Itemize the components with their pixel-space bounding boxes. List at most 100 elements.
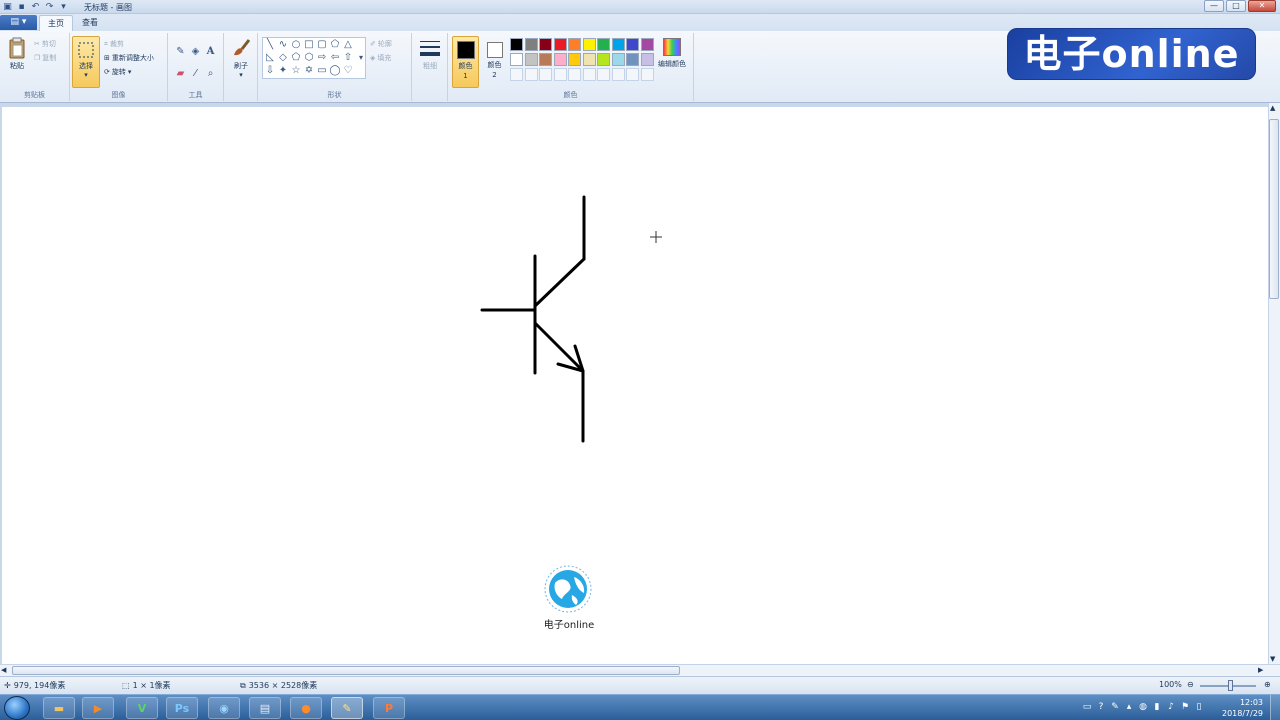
palette-swatch[interactable]: [568, 38, 581, 51]
size-button[interactable]: 粗细: [418, 39, 442, 71]
tray-battery-icon[interactable]: ▯: [1194, 701, 1204, 713]
horizontal-scrollbar[interactable]: ◀ ▶: [0, 664, 1280, 676]
palette-swatch[interactable]: [640, 38, 654, 51]
fill-button[interactable]: ◈ 填充: [370, 53, 391, 63]
start-button[interactable]: [4, 696, 30, 720]
customize-icon[interactable]: ▾: [58, 1, 69, 12]
fill-bucket-icon[interactable]: ◈: [189, 45, 202, 58]
callout-oval-shape-icon[interactable]: ◯: [329, 65, 341, 77]
star5-shape-icon[interactable]: ☆: [290, 65, 302, 77]
copy-button[interactable]: ❐ 复制: [34, 53, 56, 63]
outline-button[interactable]: ✐ 轮廓: [370, 39, 392, 49]
close-button[interactable]: ✕: [1248, 0, 1276, 12]
scroll-down-icon[interactable]: ▼: [1270, 655, 1275, 663]
select-button[interactable]: 选择 ▾: [72, 36, 100, 88]
resize-button[interactable]: ⊞ 重新调整大小: [104, 53, 154, 63]
tab-file[interactable]: ▤ ▾: [0, 15, 37, 30]
polygon-shape-icon[interactable]: ⬠: [329, 39, 341, 51]
tab-view[interactable]: 查看: [74, 15, 106, 31]
vertical-scroll-thumb[interactable]: [1269, 119, 1279, 299]
tray-network-icon[interactable]: ◍: [1138, 701, 1148, 713]
tray-help-icon[interactable]: ?: [1096, 701, 1106, 713]
custom-color-slot[interactable]: [510, 68, 523, 81]
tray-flag-icon[interactable]: ⚑: [1180, 701, 1190, 713]
brushes-button[interactable]: 刷子 ▾: [229, 37, 253, 79]
photoshop-icon[interactable]: Ps: [166, 697, 198, 719]
scroll-right-icon[interactable]: ▶: [1258, 666, 1263, 674]
color1-button[interactable]: 颜色 1: [452, 36, 479, 88]
crop-button[interactable]: ⌗ 裁剪: [104, 39, 124, 49]
minimize-button[interactable]: —: [1204, 0, 1224, 12]
magnifier-icon[interactable]: ⌕: [204, 67, 217, 80]
tray-arrow-icon[interactable]: ▴: [1124, 701, 1134, 713]
palette-swatch[interactable]: [611, 53, 625, 66]
palette-swatch[interactable]: [510, 53, 523, 66]
oval-shape-icon[interactable]: ○: [290, 39, 302, 51]
custom-color-slot[interactable]: [524, 68, 538, 81]
line-shape-icon[interactable]: ╲: [264, 39, 276, 51]
diamond-shape-icon[interactable]: ◇: [277, 52, 289, 64]
palette-swatch[interactable]: [611, 38, 625, 51]
v-app-icon[interactable]: V: [126, 697, 158, 719]
palette-swatch[interactable]: [640, 53, 654, 66]
palette-swatch[interactable]: [553, 38, 567, 51]
palette-swatch[interactable]: [524, 53, 538, 66]
explorer-icon[interactable]: ▬: [43, 697, 75, 719]
tray-signal-icon[interactable]: ▮: [1152, 701, 1162, 713]
tray-ime-icon[interactable]: ✎: [1110, 701, 1120, 713]
vertical-scrollbar[interactable]: ▲ ▼: [1268, 103, 1280, 664]
palette-swatch[interactable]: [626, 53, 639, 66]
pencil-icon[interactable]: ✎: [174, 45, 187, 58]
palette-swatch[interactable]: [626, 38, 639, 51]
zoom-in-icon[interactable]: ⊕: [1264, 680, 1271, 689]
palette-swatch[interactable]: [597, 38, 610, 51]
palette-swatch[interactable]: [582, 53, 596, 66]
app-menu-icon[interactable]: ▣: [2, 1, 13, 12]
arrow-right-shape-icon[interactable]: ⇨: [316, 52, 328, 64]
shapes-more-icon[interactable]: ▾: [355, 52, 367, 64]
tray-volume-icon[interactable]: ♪: [1166, 701, 1176, 713]
firefox-icon[interactable]: ●: [290, 697, 322, 719]
custom-color-slot[interactable]: [582, 68, 596, 81]
undo-icon[interactable]: ↶: [30, 1, 41, 12]
palette-swatch[interactable]: [597, 53, 610, 66]
clock[interactable]: 12:03 2018/7/29: [1222, 697, 1263, 719]
scroll-left-icon[interactable]: ◀: [1, 666, 6, 674]
palette-swatch[interactable]: [510, 38, 523, 51]
custom-color-slot[interactable]: [597, 68, 610, 81]
custom-color-slot[interactable]: [553, 68, 567, 81]
custom-color-slot[interactable]: [539, 68, 552, 81]
paste-button[interactable]: 粘贴: [6, 37, 28, 71]
custom-color-slot[interactable]: [640, 68, 654, 81]
arrow-up-shape-icon[interactable]: ⇧: [342, 52, 354, 64]
palette-swatch[interactable]: [568, 53, 581, 66]
custom-color-slot[interactable]: [568, 68, 581, 81]
curve-shape-icon[interactable]: ∿: [277, 39, 289, 51]
save-icon[interactable]: ▪: [16, 1, 27, 12]
zoom-slider-thumb[interactable]: [1228, 680, 1233, 691]
palette-swatch[interactable]: [553, 53, 567, 66]
right-triangle-shape-icon[interactable]: ◺: [264, 52, 276, 64]
palette-swatch[interactable]: [539, 53, 552, 66]
pentagon-shape-icon[interactable]: ⬠: [290, 52, 302, 64]
custom-color-slot[interactable]: [626, 68, 639, 81]
star6-shape-icon[interactable]: ✡: [303, 65, 315, 77]
palette-swatch[interactable]: [524, 38, 538, 51]
show-desktop-button[interactable]: [1270, 695, 1280, 720]
callout-rect-shape-icon[interactable]: ▭: [316, 65, 328, 77]
color-picker-icon[interactable]: ⁄: [189, 67, 202, 80]
text-tool-icon[interactable]: A: [204, 45, 217, 58]
star4-shape-icon[interactable]: ✦: [277, 65, 289, 77]
arrow-left-shape-icon[interactable]: ⇦: [329, 52, 341, 64]
drawing-canvas[interactable]: 电子online: [2, 107, 1268, 664]
media-player-icon[interactable]: ▶: [82, 697, 114, 719]
tray-keyboard-icon[interactable]: ▭: [1082, 701, 1092, 713]
notepad-icon[interactable]: ▤: [249, 697, 281, 719]
arrow-down-shape-icon[interactable]: ⇩: [264, 65, 276, 77]
rectangle-shape-icon[interactable]: □: [303, 39, 315, 51]
zoom-out-icon[interactable]: ⊖: [1187, 680, 1194, 689]
hexagon-shape-icon[interactable]: ⬡: [303, 52, 315, 64]
horizontal-scroll-thumb[interactable]: [12, 666, 680, 675]
palette-swatch[interactable]: [582, 38, 596, 51]
rounded-rectangle-shape-icon[interactable]: ▢: [316, 39, 328, 51]
